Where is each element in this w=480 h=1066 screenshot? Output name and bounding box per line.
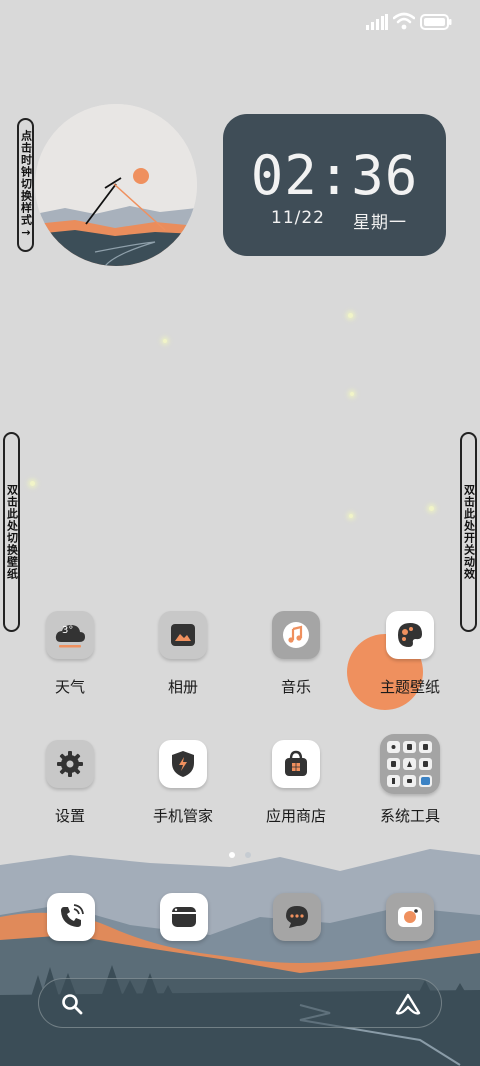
app-settings[interactable]: 设置 <box>20 740 120 850</box>
app-label: 天气 <box>54 678 85 696</box>
weather-temp-badge: 3° <box>62 625 74 636</box>
app-label: 音乐 <box>280 678 311 696</box>
battery-icon <box>420 14 452 30</box>
weather-icon: 3° <box>46 611 94 659</box>
app-weather[interactable]: 3° 天气 <box>20 611 120 721</box>
app-label: 主题壁纸 <box>379 678 440 696</box>
assistant-icon[interactable] <box>395 992 421 1016</box>
app-label: 设置 <box>54 807 85 825</box>
music-icon <box>272 611 320 659</box>
app-gallery[interactable]: 相册 <box>133 611 233 721</box>
sparkle-particle <box>30 481 35 486</box>
animation-toggle-label: 双击此处开关动效 <box>462 484 476 580</box>
app-label: 手机管家 <box>152 807 213 825</box>
camera-icon <box>398 907 422 927</box>
security-icon <box>159 740 207 788</box>
settings-icon <box>46 740 94 788</box>
app-label: 应用商店 <box>265 807 326 825</box>
app-store[interactable]: 应用商店 <box>246 740 346 850</box>
page-indicator[interactable] <box>229 852 253 860</box>
dock-camera-button[interactable] <box>386 893 434 941</box>
switch-wallpaper-label: 双击此处切换壁纸 <box>5 484 19 580</box>
app-security[interactable]: 手机管家 <box>133 740 233 850</box>
sparkle-particle <box>163 339 167 343</box>
clock-weekday: 星期一 <box>353 213 407 233</box>
dock-browser-button[interactable] <box>160 893 208 941</box>
page-dot[interactable] <box>245 852 251 858</box>
app-theme[interactable]: 主题壁纸 <box>360 611 460 721</box>
sparkle-particle <box>429 506 434 511</box>
search-icon[interactable] <box>61 993 83 1015</box>
signal-icon <box>366 14 388 30</box>
status-bar <box>0 0 480 44</box>
animation-toggle[interactable]: 双击此处开关动效 <box>460 432 477 632</box>
app-music[interactable]: 音乐 <box>246 611 346 721</box>
landscape-clock-face-icon <box>35 104 197 266</box>
gallery-icon <box>159 611 207 659</box>
switch-wallpaper-toggle[interactable]: 双击此处切换壁纸 <box>3 432 20 632</box>
analog-clock-widget[interactable] <box>35 104 197 266</box>
theme-icon <box>386 611 434 659</box>
clock-date: 11/22 <box>271 208 325 228</box>
system-tools-folder-icon <box>380 734 440 794</box>
app-system-tools-folder[interactable]: 系统工具 <box>360 734 460 850</box>
app-label: 相册 <box>167 678 198 696</box>
digital-clock-widget[interactable]: 02:36 11/22 星期一 <box>223 114 446 256</box>
app-label: 系统工具 <box>379 807 440 825</box>
dock-phone-button[interactable] <box>47 893 95 941</box>
search-bar[interactable] <box>38 978 442 1028</box>
browser-icon <box>172 907 196 927</box>
sparkle-particle <box>350 392 354 396</box>
messages-icon <box>286 906 308 928</box>
sparkle-particle <box>348 313 353 318</box>
mountain-landscape-wallpaper <box>0 849 480 1066</box>
sparkle-particle <box>349 514 353 518</box>
wifi-icon <box>393 12 415 30</box>
clock-style-label: 点击时钟切换样式→ <box>19 130 33 240</box>
clock-style-toggle[interactable]: 点击时钟切换样式→ <box>17 118 34 252</box>
phone-icon <box>61 904 84 927</box>
clock-time: 02:36 <box>250 144 419 207</box>
dock-messages-button[interactable] <box>273 893 321 941</box>
page-dot-active[interactable] <box>229 852 235 858</box>
app-store-icon <box>272 740 320 788</box>
